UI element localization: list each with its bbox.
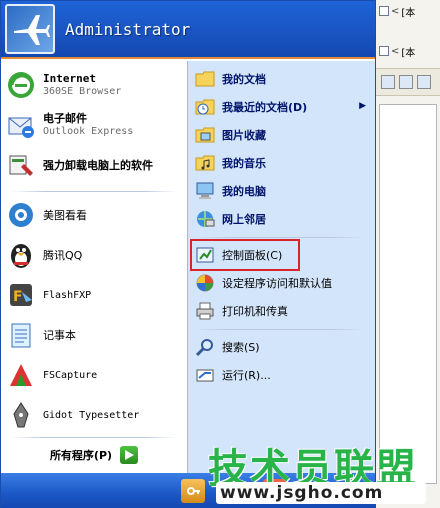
recent-label: 腾讯QQ: [43, 249, 83, 262]
right-item-my-computer[interactable]: 我的电脑: [194, 179, 372, 203]
pinned-title: 电子邮件: [43, 112, 87, 125]
right-item-recent-documents[interactable]: 我最近的文档(D) ▶: [194, 95, 372, 119]
right-item-label: 我的电脑: [222, 185, 266, 198]
recent-gidot[interactable]: Gidot Typesetter: [5, 397, 183, 433]
uninstaller-icon: [5, 149, 37, 181]
right-item-label: 图片收藏: [222, 129, 266, 142]
green-arrow-icon: [120, 446, 139, 464]
start-menu-header: Administrator: [1, 1, 375, 59]
recent-label: FlashFXP: [43, 289, 92, 301]
right-item-label: 我的文档: [222, 73, 266, 86]
pinned-email[interactable]: 电子邮件 Outlook Express: [5, 107, 183, 143]
printer-icon: [194, 300, 216, 322]
background-row[interactable]: < [本: [375, 42, 440, 60]
globe-e-icon: [5, 69, 37, 101]
qq-penguin-icon: [5, 239, 37, 271]
my-computer-icon: [194, 180, 216, 202]
background-toolbar: [375, 68, 440, 96]
right-item-printers[interactable]: 打印机和传真: [194, 299, 372, 323]
pinned-title: Internet: [43, 72, 96, 85]
network-places-icon: [194, 208, 216, 230]
background-row-text: [本: [401, 47, 416, 59]
my-pictures-icon: [194, 124, 216, 146]
recent-label: Gidot Typesetter: [43, 409, 140, 421]
all-programs-button[interactable]: 所有程序(P): [1, 437, 187, 473]
right-item-label: 我最近的文档(D): [222, 101, 308, 114]
email-icon: [5, 109, 37, 141]
recent-meitu[interactable]: 美图看看: [5, 197, 183, 233]
recent-label: FSCapture: [43, 369, 98, 381]
all-programs-label: 所有程序(P): [49, 449, 113, 462]
recent-fscapture[interactable]: FSCapture: [5, 357, 183, 393]
toolbar-icon[interactable]: [399, 75, 413, 89]
right-item-my-music[interactable]: 我的音乐: [194, 151, 372, 175]
right-item-label: 我的音乐: [222, 157, 266, 170]
watermark-url: www.jsgho.com: [216, 482, 426, 504]
recent-label: 记事本: [43, 329, 76, 342]
pinned-subtitle: Outlook Express: [43, 126, 134, 137]
right-item-label: 设定程序访问和默认值: [222, 277, 332, 290]
toolbar-icon[interactable]: [417, 75, 431, 89]
pinned-title: 强力卸载电脑上的软件: [43, 159, 153, 172]
right-item-my-documents[interactable]: 我的文档: [194, 67, 372, 91]
right-item-label: 运行(R)...: [222, 369, 271, 382]
pinned-uninstaller[interactable]: 强力卸载电脑上的软件: [5, 147, 183, 183]
toolbar-icon[interactable]: [381, 75, 395, 89]
user-name: Administrator: [65, 19, 191, 39]
right-item-label: 打印机和传真: [222, 305, 288, 318]
fscapture-icon: [5, 359, 37, 391]
svg-text:F: F: [13, 289, 23, 305]
right-item-run[interactable]: 运行(R)...: [194, 363, 372, 387]
start-menu: Administrator Internet 360SE Browser 电子邮…: [0, 0, 376, 508]
checkbox-icon[interactable]: [379, 46, 389, 56]
gidot-pen-icon: [5, 399, 37, 431]
pinned-internet[interactable]: Internet 360SE Browser: [5, 67, 183, 103]
separator: [194, 329, 364, 330]
arrow-left-icon: <: [391, 5, 400, 17]
right-item-label: 网上邻居: [222, 213, 266, 226]
right-item-my-pictures[interactable]: 图片收藏: [194, 123, 372, 147]
recent-flashfxp[interactable]: F FlashFXP: [5, 277, 183, 313]
airplane-icon: [14, 15, 50, 45]
recent-qq[interactable]: 腾讯QQ: [5, 237, 183, 273]
flashfxp-icon: F: [5, 279, 37, 311]
left-pane: Internet 360SE Browser 电子邮件 Outlook Expr…: [1, 61, 187, 473]
recent-notepad[interactable]: 记事本: [5, 317, 183, 353]
background-window: < [本 < [本: [374, 0, 440, 508]
log-off-icon[interactable]: [181, 479, 205, 503]
right-item-network-places[interactable]: 网上邻居: [194, 207, 372, 231]
meitu-viewer-icon: [5, 199, 37, 231]
search-icon: [194, 336, 216, 358]
program-defaults-icon: [194, 272, 216, 294]
checkbox-icon[interactable]: [379, 6, 389, 16]
background-row[interactable]: < [本: [375, 2, 440, 20]
user-avatar[interactable]: [5, 4, 55, 54]
recent-documents-icon: [194, 96, 216, 118]
right-item-search[interactable]: 搜索(S): [194, 335, 372, 359]
separator: [11, 191, 177, 192]
my-music-icon: [194, 152, 216, 174]
arrow-left-icon: <: [391, 45, 400, 57]
run-icon: [194, 364, 216, 386]
highlight-box: [190, 239, 300, 271]
background-row-text: [本: [401, 7, 416, 19]
notepad-icon: [5, 319, 37, 351]
my-documents-icon: [194, 68, 216, 90]
background-document: [379, 104, 437, 484]
right-item-label: 搜索(S): [222, 341, 260, 354]
pinned-subtitle: 360SE Browser: [43, 86, 122, 97]
submenu-arrow-icon: ▶: [359, 101, 366, 111]
recent-label: 美图看看: [43, 209, 87, 222]
separator: [194, 237, 364, 238]
right-item-program-defaults[interactable]: 设定程序访问和默认值: [194, 271, 372, 295]
